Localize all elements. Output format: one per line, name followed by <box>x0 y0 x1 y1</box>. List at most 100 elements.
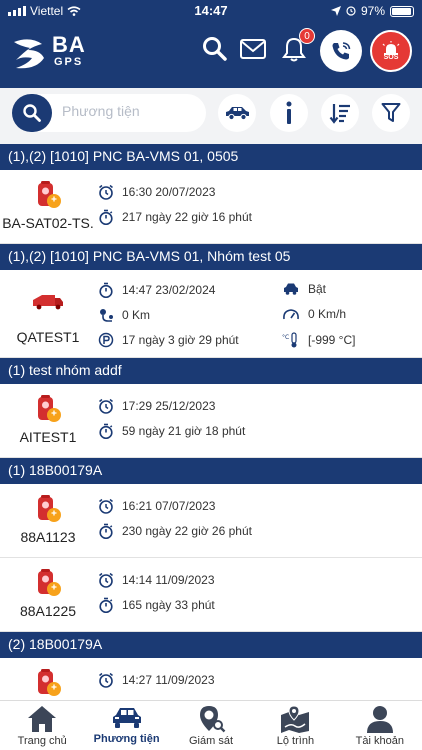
info-button[interactable] <box>270 94 308 132</box>
duration-value: 230 ngày 22 giờ 26 phút <box>122 524 252 538</box>
last-update-field: 14:14 11/09/2023 <box>98 572 215 588</box>
parking-icon <box>98 332 114 348</box>
map-pin-search-icon <box>200 706 226 733</box>
vehicle-cell: AITEST1 <box>0 384 96 457</box>
svg-text:°C: °C <box>282 334 289 341</box>
search-submit-button[interactable] <box>12 94 52 132</box>
status-right: 97% <box>330 4 414 18</box>
vehicle-row[interactable]: 88A1123 16:21 07/07/2023 230 ngày 22 giờ… <box>0 484 422 558</box>
vehicle-row[interactable]: AITEST1 17:29 25/12/2023 59 ngày 21 giờ … <box>0 384 422 458</box>
search-icon <box>23 104 41 122</box>
vehicle-red-light-icon <box>38 181 61 208</box>
header-search-button[interactable] <box>200 34 230 64</box>
nav-label: Lộ trình <box>276 735 315 747</box>
last-update-time: 17:29 25/12/2023 <box>122 399 216 413</box>
nav-vehicles[interactable]: Phương tiện <box>84 701 168 750</box>
vehicle-cell: QATEST1 <box>0 270 96 357</box>
alarm-clock-icon <box>99 672 113 688</box>
nav-label: Giám sát <box>189 735 234 747</box>
stopwatch-icon <box>99 597 113 613</box>
nav-home[interactable]: Trang chủ <box>0 701 84 750</box>
messages-button[interactable] <box>238 34 268 64</box>
duration-value: 59 ngày 21 giờ 18 phút <box>122 424 246 438</box>
vehicle-name: 88A1123 <box>20 529 76 545</box>
siren-icon <box>382 41 400 55</box>
duration-value: 165 ngày 33 phút <box>122 598 215 612</box>
nav-account[interactable]: Tài khoản <box>338 701 422 750</box>
call-button[interactable] <box>320 30 362 72</box>
car-status-icon <box>284 283 298 295</box>
speed-value: 0 Km/h <box>308 307 347 321</box>
duration-field: 59 ngày 21 giờ 18 phút <box>98 423 245 439</box>
group-header[interactable]: (1),(2) [1010] PNC BA-VMS 01, Nhóm test … <box>0 244 422 270</box>
car-icon <box>226 107 249 121</box>
account-icon <box>366 706 393 733</box>
duration-value: 217 ngày 22 giờ 16 phút <box>122 210 252 224</box>
logo-mark-icon <box>14 39 44 69</box>
group-header[interactable]: (2) 18B00179A <box>0 632 422 658</box>
vehicle-row[interactable]: 88A1225 14:14 11/09/2023 165 ngày 33 phú… <box>0 558 422 632</box>
alarm-clock-icon <box>99 572 113 588</box>
vehicle-row[interactable]: BA-SAT02-TS. 16:30 20/07/2023 217 ngày 2… <box>0 170 422 244</box>
last-update-field: 14:27 11/09/2023 <box>98 672 215 688</box>
alarm-status-icon <box>346 6 356 16</box>
list-toolbar <box>0 88 422 144</box>
nav-route[interactable]: Lộ trình <box>253 701 337 750</box>
parking-field: 17 ngày 3 giờ 29 phút <box>98 332 239 348</box>
vehicle-red-light-icon <box>38 569 61 596</box>
distance-field: 0 Km <box>98 307 150 323</box>
filter-button[interactable] <box>372 94 410 132</box>
vehicle-cell: BA-SAT02-TS. <box>0 170 96 243</box>
vehicle-cell <box>0 658 96 700</box>
battery-percent: 97% <box>360 4 385 18</box>
vehicle-list[interactable]: (1),(2) [1010] PNC BA-VMS 01, 0505 BA-SA… <box>0 144 422 700</box>
distance-route-icon <box>100 309 113 322</box>
temperature-field: °C [-999 °C] <box>282 332 355 348</box>
sos-button[interactable]: SOS <box>370 30 412 72</box>
sort-icon <box>329 104 350 124</box>
vehicle-row[interactable]: 14:27 11/09/2023 <box>0 658 422 700</box>
stopwatch-icon <box>99 282 113 298</box>
bottom-navigation: Trang chủ Phương tiện Giám sát Lộ trình <box>0 700 422 750</box>
temperature-value: [-999 °C] <box>308 333 356 347</box>
last-update-field: 16:30 20/07/2023 <box>98 184 215 200</box>
car-icon <box>112 708 141 728</box>
info-icon <box>286 101 292 124</box>
nav-label: Tài khoản <box>355 735 404 747</box>
search-input[interactable] <box>62 103 202 119</box>
thermometer-icon: °C <box>282 332 297 348</box>
vehicle-cell: 88A1123 <box>0 484 96 557</box>
vehicle-row[interactable]: QATEST1 14:47 23/02/2024 0 Km 17 ngày 3 … <box>0 270 422 358</box>
nav-monitoring[interactable]: Giám sát <box>169 701 253 750</box>
last-update-field: 16:21 07/07/2023 <box>98 498 215 514</box>
location-arrow-icon <box>330 6 341 16</box>
vehicle-filter-button[interactable] <box>218 94 256 132</box>
last-update-time: 14:27 11/09/2023 <box>122 673 215 687</box>
sort-button[interactable] <box>321 94 359 132</box>
group-header[interactable]: (1) 18B00179A <box>0 458 422 484</box>
home-icon <box>28 706 57 732</box>
duration-field: 165 ngày 33 phút <box>98 597 215 613</box>
alarm-clock-icon <box>99 398 113 414</box>
vehicle-name: 88A1225 <box>19 603 77 619</box>
nav-label: Phương tiện <box>93 733 160 745</box>
parking-duration: 17 ngày 3 giờ 29 phút <box>122 333 239 347</box>
last-update-field: 17:29 25/12/2023 <box>98 398 215 414</box>
search-icon <box>203 37 227 61</box>
speed-field: 0 Km/h <box>282 307 346 321</box>
logo-subtext: GPS <box>54 56 84 68</box>
distance-value: 0 Km <box>122 308 151 322</box>
phone-icon <box>332 42 351 60</box>
group-header[interactable]: (1) test nhóm addf <box>0 358 422 384</box>
funnel-icon <box>381 103 401 122</box>
vehicle-red-light-icon <box>38 395 61 422</box>
vehicle-name: AITEST1 <box>19 429 77 445</box>
alarm-clock-icon <box>99 184 113 200</box>
engine-status: Bật <box>308 282 327 296</box>
last-update-time: 16:21 07/07/2023 <box>122 499 216 513</box>
route-map-icon <box>281 705 310 733</box>
group-header[interactable]: (1),(2) [1010] PNC BA-VMS 01, 0505 <box>0 144 422 170</box>
speedometer-icon <box>283 309 299 320</box>
last-update-field: 14:47 23/02/2024 <box>98 282 215 298</box>
notifications-button[interactable]: 0 <box>279 28 315 64</box>
